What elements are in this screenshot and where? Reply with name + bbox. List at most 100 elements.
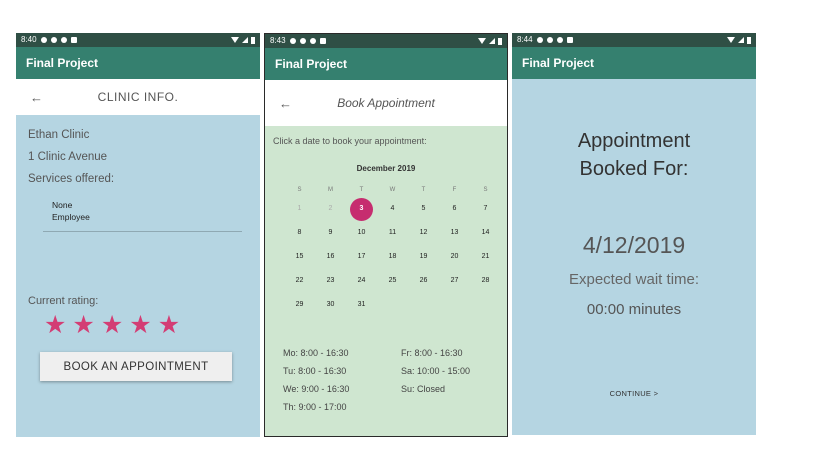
hours-saturday: Sa: 10:00 - 15:00 — [401, 366, 471, 376]
calendar-day[interactable]: 10 — [346, 222, 377, 246]
settings-status-icon — [40, 37, 47, 43]
calendar-day-number: 14 — [481, 229, 490, 236]
sd-card-status-icon — [70, 37, 77, 43]
clinic-info-panel: Ethan Clinic 1 Clinic Avenue Services of… — [16, 115, 260, 437]
wifi-icon — [231, 37, 239, 43]
shield-status-icon — [546, 37, 553, 43]
calendar-day[interactable]: 4 — [377, 198, 408, 222]
continue-button[interactable]: CONTINUE > — [512, 389, 756, 398]
calendar-day[interactable]: 27 — [439, 270, 470, 294]
calendar-day[interactable]: 20 — [439, 246, 470, 270]
calendar-day[interactable]: 17 — [346, 246, 377, 270]
calendar-day-number: 25 — [388, 277, 397, 284]
hours-wednesday: We: 9:00 - 16:30 — [283, 384, 350, 394]
calendar-day[interactable]: 31 — [346, 294, 377, 318]
signal-icon — [489, 38, 495, 44]
calendar-day[interactable]: 9 — [315, 222, 346, 246]
battery-icon — [747, 36, 751, 44]
calendar-day[interactable]: 16 — [315, 246, 346, 270]
calendar-day-number: 30 — [326, 301, 335, 308]
calendar-day-number: 20 — [450, 253, 459, 260]
status-bar: 8:43 — [265, 34, 507, 48]
status-time: 8:44 — [517, 35, 533, 44]
calendar-day[interactable]: 15 — [284, 246, 315, 270]
screen-title: Book Appointment — [337, 96, 435, 110]
calendar-day-number: 5 — [421, 205, 426, 212]
sub-header: ← CLINIC INFO. — [16, 79, 260, 115]
signal-icon — [242, 37, 248, 43]
calendar-day[interactable]: 13 — [439, 222, 470, 246]
weekday-label: M — [328, 187, 333, 193]
weekday-label: T — [359, 187, 364, 193]
sd-card-status-icon — [319, 38, 326, 44]
shield-status-icon — [50, 37, 57, 43]
calendar-day-number: 8 — [297, 229, 302, 236]
calendar-day-number: 28 — [481, 277, 490, 284]
calendar-day-number: 21 — [481, 253, 490, 260]
opening-hours: Mo: 8:00 - 16:30 Fr: 8:00 - 16:30 Tu: 8:… — [283, 348, 507, 412]
clinic-name: Ethan Clinic — [28, 129, 90, 141]
calendar-day[interactable]: 18 — [377, 246, 408, 270]
sync-status-icon — [309, 38, 316, 44]
calendar-day[interactable]: 2 — [315, 198, 346, 222]
calendar-day-number: 19 — [419, 253, 428, 260]
calendar-day[interactable]: 5 — [408, 198, 439, 222]
rating-stars: ★ ★ ★ ★ ★ — [44, 312, 180, 338]
calendar-day-number: 27 — [450, 277, 459, 284]
calendar-day-number: 17 — [357, 253, 366, 260]
calendar-day[interactable]: 23 — [315, 270, 346, 294]
shield-status-icon — [299, 38, 306, 44]
calendar-day[interactable]: 19 — [408, 246, 439, 270]
calendar-day[interactable]: 1 — [284, 198, 315, 222]
booked-date: 4/12/2019 — [582, 232, 686, 258]
calendar-day-number: 29 — [295, 301, 304, 308]
weekday-header: SMTWTFS — [284, 187, 499, 193]
calendar-day-number: 11 — [388, 229, 397, 236]
calendar-day[interactable]: 25 — [377, 270, 408, 294]
calendar-day[interactable]: 7 — [470, 198, 501, 222]
confirmation-panel: Appointment Booked For: 4/12/2019 Expect… — [512, 79, 756, 435]
calendar-day[interactable]: 11 — [377, 222, 408, 246]
instruction-text: Click a date to book your appointment: — [273, 136, 427, 146]
calendar-day[interactable]: 29 — [284, 294, 315, 318]
booked-heading: Appointment Booked For: — [512, 127, 756, 183]
hours-sunday: Su: Closed — [401, 384, 446, 394]
calendar-panel: Click a date to book your appointment: D… — [265, 126, 507, 436]
services-label: Services offered: — [28, 173, 115, 185]
status-bar: 8:44 — [512, 33, 756, 47]
clinic-address: 1 Clinic Avenue — [28, 151, 108, 163]
status-time: 8:43 — [270, 36, 286, 45]
sd-card-status-icon — [566, 37, 573, 43]
calendar-day[interactable]: 24 — [346, 270, 377, 294]
weekday-label: S — [297, 187, 302, 193]
settings-status-icon — [289, 38, 296, 44]
calendar-day[interactable]: 28 — [470, 270, 501, 294]
appointment-confirmation-screen: 8:44 Final Project Appointment Booked Fo… — [512, 33, 756, 437]
calendar-day[interactable]: 12 — [408, 222, 439, 246]
calendar-month-title: December 2019 — [356, 164, 416, 173]
calendar-day[interactable]: 14 — [470, 222, 501, 246]
screen-title: CLINIC INFO. — [97, 90, 179, 104]
wait-time-value: 00:00 minutes — [586, 301, 682, 318]
calendar-day-selected[interactable]: 3 — [346, 198, 377, 222]
calendar-day-number: 24 — [357, 277, 366, 284]
calendar-day[interactable]: 21 — [470, 246, 501, 270]
calendar-day[interactable]: 26 — [408, 270, 439, 294]
calendar-day[interactable]: 6 — [439, 198, 470, 222]
calendar-day[interactable]: 30 — [315, 294, 346, 318]
star-icon: ★ — [72, 311, 95, 339]
wifi-icon — [478, 38, 486, 44]
calendar-day-number: 18 — [388, 253, 397, 260]
calendar-day[interactable]: 8 — [284, 222, 315, 246]
clinic-info-screen: 8:40 Final Project ← CLINIC INFO. Ethan … — [16, 33, 260, 437]
back-arrow-icon[interactable]: ← — [30, 90, 43, 105]
hours-thursday: Th: 9:00 - 17:00 — [283, 402, 347, 412]
calendar-day[interactable]: 22 — [284, 270, 315, 294]
settings-status-icon — [536, 37, 543, 43]
calendar-day-number: 10 — [357, 229, 366, 236]
calendar-day-number: 26 — [419, 277, 428, 284]
status-bar: 8:40 — [16, 33, 260, 47]
back-arrow-icon[interactable]: ← — [279, 96, 292, 111]
star-icon: ★ — [129, 311, 152, 339]
book-appointment-button[interactable]: BOOK AN APPOINTMENT — [40, 352, 232, 381]
